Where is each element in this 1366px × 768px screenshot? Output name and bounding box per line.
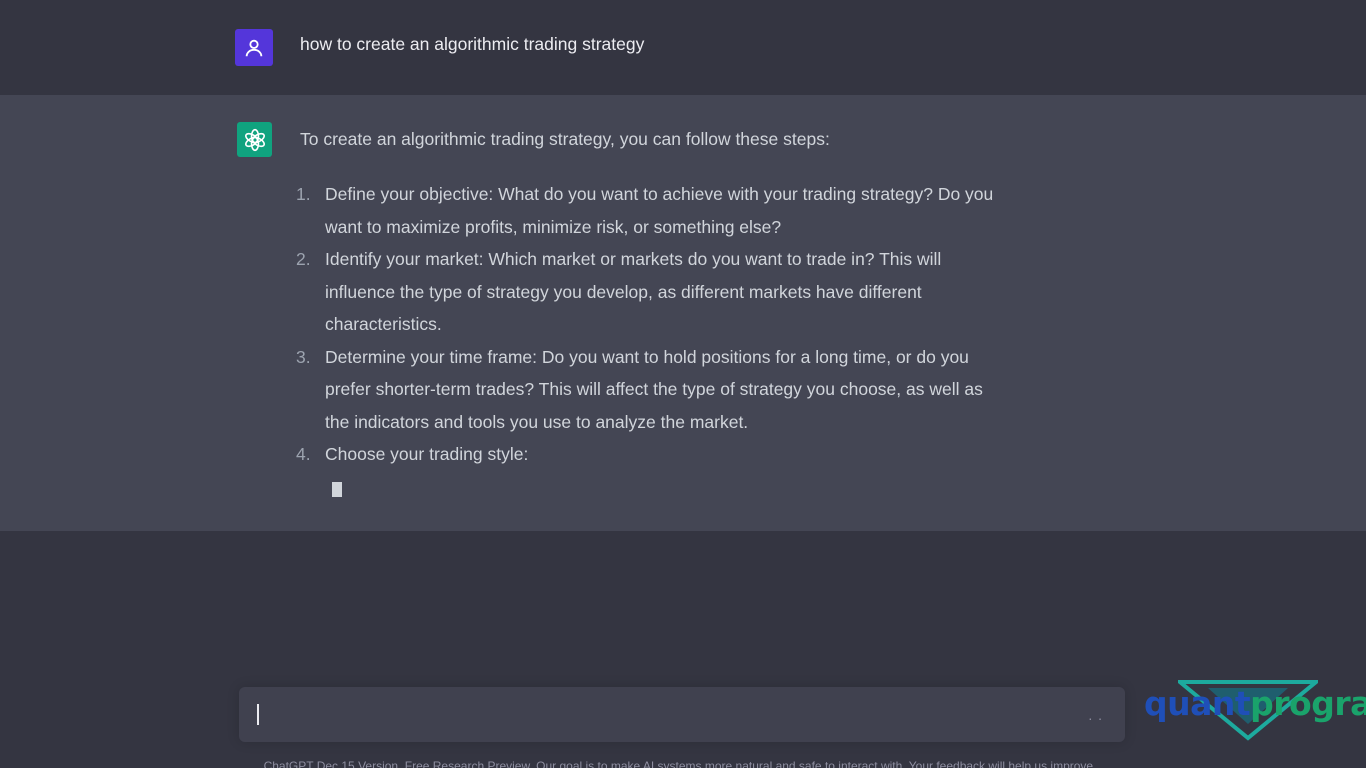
watermark-quant: quant [1144,684,1251,723]
step-number: 2. [296,249,311,269]
typing-cursor [332,482,342,497]
assistant-intro-text: To create an algorithmic trading strateg… [300,129,830,149]
step-text: Choose your trading style: [325,438,1066,471]
assistant-message-row: To create an algorithmic trading strateg… [0,95,1366,531]
step-line: Choose your trading style: [325,444,529,464]
user-avatar [235,29,273,66]
watermark-program: program [1250,684,1366,723]
step-number: 4. [296,444,311,464]
list-item: 1. Define your objective: What do you wa… [296,178,1066,243]
openai-logo-icon [244,128,265,151]
chat-page: how to create an algorithmic trading str… [0,0,1366,768]
steps-list: 1. Define your objective: What do you wa… [296,178,1066,471]
step-number: 1. [296,184,311,204]
user-message-text: how to create an algorithmic trading str… [300,34,645,54]
user-icon [245,39,263,56]
step-number: 3. [296,346,311,367]
list-item: 2. Identify your market: Which market or… [296,243,1066,341]
step-line: prefer shorter-term trades? This will af… [325,379,983,399]
step-text: Determine your time frame: Do you want t… [325,341,1066,439]
list-item: 3. Determine your time frame: Do you wan… [296,341,1066,439]
list-item: 4. Choose your trading style: [296,438,1066,471]
step-line: Identify your market: Which market or ma… [325,249,942,269]
watermark-logo: quantprogram [1144,678,1366,742]
watermark-text: quantprogram [1144,684,1366,724]
user-message-row: how to create an algorithmic trading str… [0,0,1366,95]
footer-disclaimer: ChatGPT Dec 15 Version. Free Research Pr… [263,759,1097,768]
step-line: Define your objective: What do you want … [325,184,994,204]
step-line: characteristics. [325,314,442,334]
assistant-avatar [237,122,272,157]
step-line: want to maximize profits, minimize risk,… [325,216,782,237]
step-text: Define your objective: What do you want … [325,178,1066,243]
message-input[interactable] [263,701,1087,731]
step-text: Identify your market: Which market or ma… [325,243,1066,341]
step-line: Determine your time frame: Do you want t… [325,346,969,367]
loading-dots-icon: . . [1088,707,1103,723]
message-input-box[interactable]: . . [239,687,1125,742]
text-caret [257,704,259,725]
step-line: influence the type of strategy you devel… [325,281,922,302]
step-line: the indicators and tools you use to anal… [325,411,749,432]
